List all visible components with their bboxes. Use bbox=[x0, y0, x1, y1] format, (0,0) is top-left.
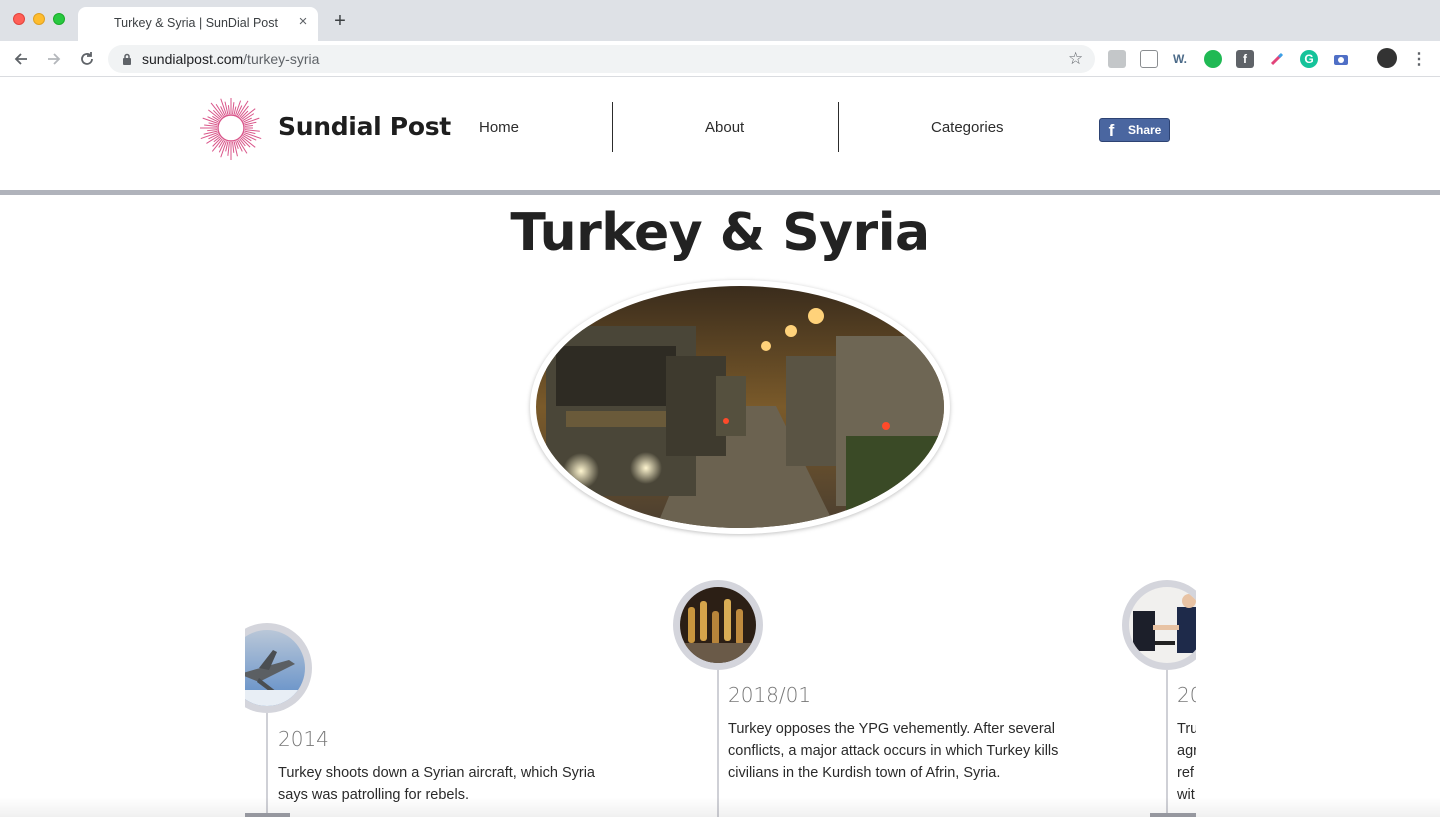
hero-image bbox=[530, 280, 950, 534]
brand-name[interactable]: Sundial Post bbox=[278, 112, 451, 141]
nav-about[interactable]: About bbox=[705, 119, 744, 136]
grammarly-icon[interactable]: G bbox=[1300, 50, 1318, 68]
timeline-text-line: ref bbox=[1177, 765, 1194, 781]
window-zoom-button[interactable] bbox=[53, 13, 65, 25]
p-icon[interactable] bbox=[1108, 50, 1126, 68]
window-close-button[interactable] bbox=[13, 13, 25, 25]
site-header: Sundial Post Home About Categories f Sha… bbox=[0, 78, 1440, 190]
facebook-icon[interactable]: f bbox=[1236, 50, 1254, 68]
address-bar[interactable]: sundialpost.com/turkey-syria ☆ bbox=[108, 45, 1095, 73]
layout-icon[interactable] bbox=[1140, 50, 1158, 68]
pen-icon[interactable] bbox=[1268, 50, 1286, 68]
bottom-shadow bbox=[0, 797, 1440, 817]
reload-icon[interactable] bbox=[75, 47, 99, 71]
w-icon[interactable]: W. bbox=[1171, 50, 1189, 68]
lock-icon bbox=[123, 53, 131, 65]
forward-icon[interactable] bbox=[42, 47, 66, 71]
url-host: sundialpost.com bbox=[142, 51, 244, 67]
timeline-text-line: agr bbox=[1177, 743, 1196, 759]
sundial-logo-icon[interactable] bbox=[198, 95, 264, 161]
facebook-icon: f bbox=[1108, 121, 1115, 140]
timeline-text-line: Tru bbox=[1177, 721, 1196, 737]
back-icon[interactable] bbox=[9, 47, 33, 71]
nav-divider bbox=[612, 102, 613, 152]
browser-tab[interactable]: Turkey & Syria | SunDial Post × bbox=[78, 7, 318, 41]
nav-divider bbox=[838, 102, 839, 152]
page-title: Turkey & Syria bbox=[510, 203, 930, 263]
military-convoy-image bbox=[536, 286, 944, 528]
timeline: 2014 Turkey shoots down a Syrian aircraf… bbox=[245, 560, 1196, 817]
timeline-image-circle bbox=[245, 623, 312, 713]
timeline-year: 2018/01 bbox=[728, 683, 812, 707]
profile-avatar[interactable] bbox=[1377, 48, 1397, 68]
timeline-year: 2014 bbox=[278, 727, 329, 751]
browser-toolbar: sundialpost.com/turkey-syria ☆ W. f G ⋮ bbox=[0, 41, 1440, 77]
url-path: /turkey-syria bbox=[243, 51, 320, 67]
url-text: sundialpost.com/turkey-syria bbox=[142, 51, 319, 67]
fighter-jet-image bbox=[245, 630, 305, 706]
timeline-text: Turkey opposes the YPG vehemently. After… bbox=[728, 721, 1059, 781]
header-rule bbox=[0, 190, 1440, 195]
tab-close-icon[interactable]: × bbox=[294, 13, 312, 31]
evernote-icon[interactable] bbox=[1204, 50, 1222, 68]
facebook-share-button[interactable]: f Share bbox=[1099, 118, 1170, 142]
new-tab-button[interactable]: + bbox=[330, 11, 350, 31]
tab-title: Turkey & Syria | SunDial Post bbox=[114, 16, 278, 30]
share-label: Share bbox=[1128, 123, 1162, 137]
timeline-text: Tru agr ref wit bbox=[1177, 718, 1196, 806]
handshake-image bbox=[1129, 587, 1196, 663]
window-minimize-button[interactable] bbox=[33, 13, 45, 25]
timeline-image-circle bbox=[673, 580, 763, 670]
ammunition-image bbox=[680, 587, 756, 663]
nav-categories[interactable]: Categories bbox=[931, 119, 1004, 136]
menu-dots-icon[interactable]: ⋮ bbox=[1410, 50, 1428, 68]
timeline-line bbox=[717, 670, 719, 817]
timeline-year: 20 bbox=[1177, 683, 1196, 707]
timeline-image-circle bbox=[1122, 580, 1196, 670]
browser-tabbar: Turkey & Syria | SunDial Post × + bbox=[0, 0, 1440, 41]
bookmark-star-icon[interactable]: ☆ bbox=[1068, 49, 1083, 69]
timeline-line bbox=[1166, 670, 1168, 817]
camera-icon[interactable] bbox=[1332, 50, 1350, 68]
nav-home[interactable]: Home bbox=[479, 119, 519, 136]
